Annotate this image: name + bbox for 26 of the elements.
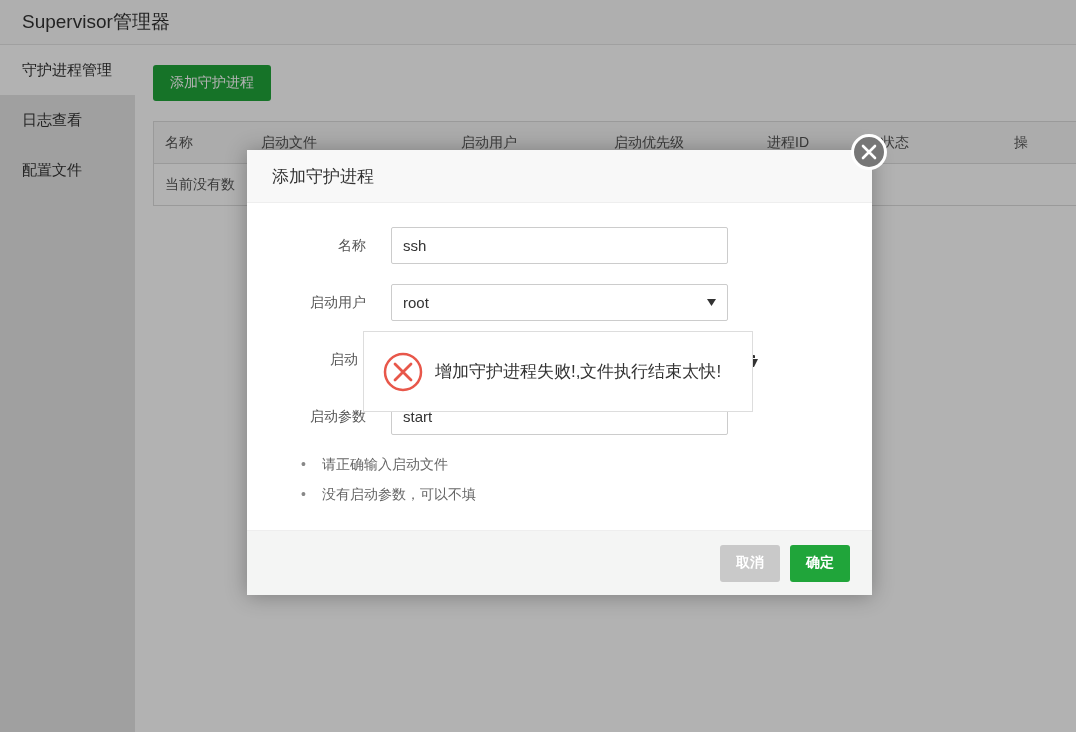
select-field[interactable]: root	[391, 284, 728, 321]
error-message: 增加守护进程失败!,文件执行结束太快!	[435, 361, 722, 383]
field-label: 启动	[329, 350, 359, 369]
column-header: 启动文件	[261, 133, 318, 152]
column-header: 进程ID	[767, 133, 810, 152]
caret-icon	[707, 299, 716, 306]
bullet: •	[301, 455, 307, 473]
app-title: Supervisor管理器	[22, 10, 170, 34]
bullet: •	[301, 485, 307, 503]
confirm-button[interactable]: 确定	[790, 544, 850, 582]
field-label: 启动参数	[309, 407, 367, 426]
sidebar-item[interactable]: 配置文件	[0, 145, 135, 195]
dialog-title: 添加守护进程	[272, 165, 374, 188]
column-header: 名称	[165, 133, 194, 152]
field-label: 名称	[337, 236, 367, 255]
field-label: 启动用户	[309, 293, 367, 312]
tip-text: 没有启动参数，可以不填	[322, 485, 476, 503]
sidebar-item[interactable]: 日志查看	[0, 95, 135, 145]
column-header: 操	[1014, 133, 1028, 152]
column-header: 启动用户	[461, 133, 518, 152]
empty-message: 当前没有数	[165, 175, 235, 194]
column-header: 启动优先级	[614, 133, 685, 152]
tip-text: 请正确输入启动文件	[322, 455, 448, 473]
sidebar-item[interactable]: 守护进程管理	[0, 45, 135, 95]
input-field[interactable]: ssh	[391, 227, 728, 264]
error-icon	[383, 351, 423, 392]
